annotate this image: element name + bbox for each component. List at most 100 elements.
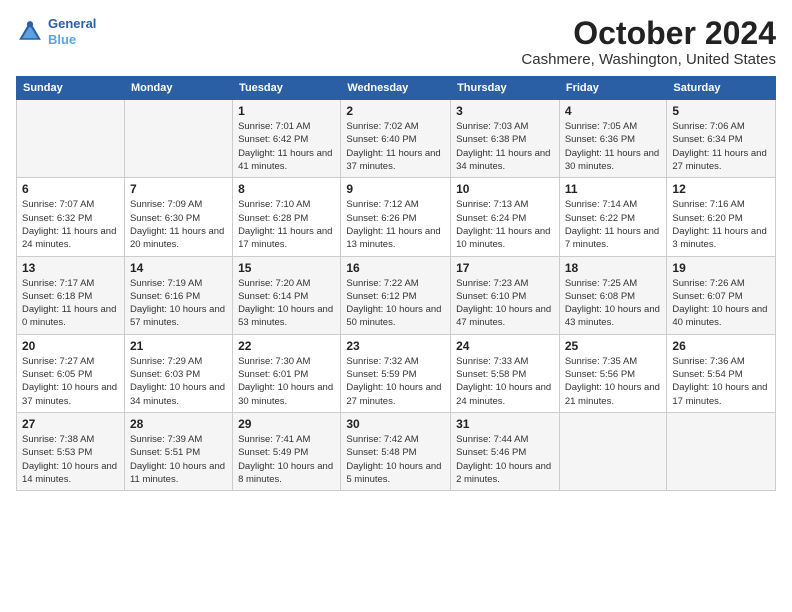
day-detail: Sunrise: 7:32 AM Sunset: 5:59 PM Dayligh… — [346, 355, 445, 408]
title-area: October 2024 Cashmere, Washington, Unite… — [521, 16, 776, 68]
calendar-cell: 10 Sunrise: 7:13 AM Sunset: 6:24 PM Dayli… — [451, 178, 560, 256]
header-monday: Monday — [124, 77, 232, 100]
day-number: 20 — [22, 339, 119, 353]
day-detail: Sunrise: 7:03 AM Sunset: 6:38 PM Dayligh… — [456, 120, 554, 173]
calendar-cell — [124, 100, 232, 178]
calendar-cell: 21 Sunrise: 7:29 AM Sunset: 6:03 PM Dayli… — [124, 334, 232, 412]
day-number: 2 — [346, 104, 445, 118]
header-tuesday: Tuesday — [233, 77, 341, 100]
calendar-cell — [17, 100, 125, 178]
day-number: 8 — [238, 182, 335, 196]
header-wednesday: Wednesday — [341, 77, 451, 100]
day-number: 15 — [238, 261, 335, 275]
logo-icon — [16, 18, 44, 46]
day-number: 22 — [238, 339, 335, 353]
location-title: Cashmere, Washington, United States — [521, 51, 776, 68]
day-detail: Sunrise: 7:19 AM Sunset: 6:16 PM Dayligh… — [130, 277, 227, 330]
calendar-cell: 20 Sunrise: 7:27 AM Sunset: 6:05 PM Dayli… — [17, 334, 125, 412]
day-number: 10 — [456, 182, 554, 196]
day-detail: Sunrise: 7:13 AM Sunset: 6:24 PM Dayligh… — [456, 198, 554, 251]
day-detail: Sunrise: 7:01 AM Sunset: 6:42 PM Dayligh… — [238, 120, 335, 173]
day-detail: Sunrise: 7:35 AM Sunset: 5:56 PM Dayligh… — [565, 355, 662, 408]
day-detail: Sunrise: 7:29 AM Sunset: 6:03 PM Dayligh… — [130, 355, 227, 408]
calendar-cell — [559, 412, 667, 490]
day-number: 17 — [456, 261, 554, 275]
day-number: 29 — [238, 417, 335, 431]
day-number: 19 — [672, 261, 770, 275]
week-row-3: 13 Sunrise: 7:17 AM Sunset: 6:18 PM Dayli… — [17, 256, 776, 334]
day-number: 27 — [22, 417, 119, 431]
week-row-4: 20 Sunrise: 7:27 AM Sunset: 6:05 PM Dayli… — [17, 334, 776, 412]
day-detail: Sunrise: 7:02 AM Sunset: 6:40 PM Dayligh… — [346, 120, 445, 173]
day-number: 21 — [130, 339, 227, 353]
calendar-cell: 13 Sunrise: 7:17 AM Sunset: 6:18 PM Dayli… — [17, 256, 125, 334]
calendar-table: SundayMondayTuesdayWednesdayThursdayFrid… — [16, 76, 776, 491]
calendar-cell — [667, 412, 776, 490]
day-detail: Sunrise: 7:36 AM Sunset: 5:54 PM Dayligh… — [672, 355, 770, 408]
calendar-cell: 8 Sunrise: 7:10 AM Sunset: 6:28 PM Daylig… — [233, 178, 341, 256]
day-detail: Sunrise: 7:16 AM Sunset: 6:20 PM Dayligh… — [672, 198, 770, 251]
calendar-cell: 7Sunrise: 7:09 AM Sunset: 6:30 PM Daylig… — [124, 178, 232, 256]
day-number: 16 — [346, 261, 445, 275]
calendar-cell: 24 Sunrise: 7:33 AM Sunset: 5:58 PM Dayli… — [451, 334, 560, 412]
day-number: 1 — [238, 104, 335, 118]
day-number: 11 — [565, 182, 662, 196]
day-number: 30 — [346, 417, 445, 431]
calendar-cell: 30 Sunrise: 7:42 AM Sunset: 5:48 PM Dayli… — [341, 412, 451, 490]
day-detail: Sunrise: 7:20 AM Sunset: 6:14 PM Dayligh… — [238, 277, 335, 330]
day-detail: Sunrise: 7:09 AM Sunset: 6:30 PM Dayligh… — [130, 198, 227, 251]
calendar-cell: 6 Sunrise: 7:07 AM Sunset: 6:32 PM Daylig… — [17, 178, 125, 256]
day-detail: Sunrise: 7:38 AM Sunset: 5:53 PM Dayligh… — [22, 433, 119, 486]
day-number: 31 — [456, 417, 554, 431]
calendar-cell: 1 Sunrise: 7:01 AM Sunset: 6:42 PM Daylig… — [233, 100, 341, 178]
day-detail: Sunrise: 7:14 AM Sunset: 6:22 PM Dayligh… — [565, 198, 662, 251]
day-detail: Sunrise: 7:17 AM Sunset: 6:18 PM Dayligh… — [22, 277, 119, 330]
calendar-cell: 16 Sunrise: 7:22 AM Sunset: 6:12 PM Dayli… — [341, 256, 451, 334]
day-detail: Sunrise: 7:42 AM Sunset: 5:48 PM Dayligh… — [346, 433, 445, 486]
calendar-cell: 31 Sunrise: 7:44 AM Sunset: 5:46 PM Dayli… — [451, 412, 560, 490]
day-detail: Sunrise: 7:22 AM Sunset: 6:12 PM Dayligh… — [346, 277, 445, 330]
day-detail: Sunrise: 7:27 AM Sunset: 6:05 PM Dayligh… — [22, 355, 119, 408]
day-number: 18 — [565, 261, 662, 275]
calendar-cell: 15 Sunrise: 7:20 AM Sunset: 6:14 PM Dayli… — [233, 256, 341, 334]
week-row-5: 27 Sunrise: 7:38 AM Sunset: 5:53 PM Dayli… — [17, 412, 776, 490]
day-number: 6 — [22, 182, 119, 196]
day-number: 14 — [130, 261, 227, 275]
week-row-2: 6 Sunrise: 7:07 AM Sunset: 6:32 PM Daylig… — [17, 178, 776, 256]
day-number: 12 — [672, 182, 770, 196]
week-row-1: 1 Sunrise: 7:01 AM Sunset: 6:42 PM Daylig… — [17, 100, 776, 178]
calendar-cell: 29Sunrise: 7:41 AM Sunset: 5:49 PM Dayli… — [233, 412, 341, 490]
logo: General Blue — [16, 16, 96, 47]
day-detail: Sunrise: 7:30 AM Sunset: 6:01 PM Dayligh… — [238, 355, 335, 408]
day-detail: Sunrise: 7:10 AM Sunset: 6:28 PM Dayligh… — [238, 198, 335, 251]
day-number: 3 — [456, 104, 554, 118]
day-number: 13 — [22, 261, 119, 275]
calendar-cell: 17Sunrise: 7:23 AM Sunset: 6:10 PM Dayli… — [451, 256, 560, 334]
calendar-cell: 18Sunrise: 7:25 AM Sunset: 6:08 PM Dayli… — [559, 256, 667, 334]
header-saturday: Saturday — [667, 77, 776, 100]
day-number: 28 — [130, 417, 227, 431]
day-detail: Sunrise: 7:07 AM Sunset: 6:32 PM Dayligh… — [22, 198, 119, 251]
day-number: 25 — [565, 339, 662, 353]
day-number: 24 — [456, 339, 554, 353]
calendar-cell: 3 Sunrise: 7:03 AM Sunset: 6:38 PM Daylig… — [451, 100, 560, 178]
day-detail: Sunrise: 7:05 AM Sunset: 6:36 PM Dayligh… — [565, 120, 662, 173]
calendar-cell: 27 Sunrise: 7:38 AM Sunset: 5:53 PM Dayli… — [17, 412, 125, 490]
month-title: October 2024 — [521, 16, 776, 51]
day-detail: Sunrise: 7:12 AM Sunset: 6:26 PM Dayligh… — [346, 198, 445, 251]
calendar-cell: 9Sunrise: 7:12 AM Sunset: 6:26 PM Daylig… — [341, 178, 451, 256]
calendar-cell: 11 Sunrise: 7:14 AM Sunset: 6:22 PM Dayli… — [559, 178, 667, 256]
day-detail: Sunrise: 7:44 AM Sunset: 5:46 PM Dayligh… — [456, 433, 554, 486]
calendar-cell: 25 Sunrise: 7:35 AM Sunset: 5:56 PM Dayli… — [559, 334, 667, 412]
calendar-cell: 14 Sunrise: 7:19 AM Sunset: 6:16 PM Dayli… — [124, 256, 232, 334]
calendar-cell: 26 Sunrise: 7:36 AM Sunset: 5:54 PM Dayli… — [667, 334, 776, 412]
day-detail: Sunrise: 7:39 AM Sunset: 5:51 PM Dayligh… — [130, 433, 227, 486]
header-row: SundayMondayTuesdayWednesdayThursdayFrid… — [17, 77, 776, 100]
calendar-cell: 5Sunrise: 7:06 AM Sunset: 6:34 PM Daylig… — [667, 100, 776, 178]
header-thursday: Thursday — [451, 77, 560, 100]
day-detail: Sunrise: 7:33 AM Sunset: 5:58 PM Dayligh… — [456, 355, 554, 408]
calendar-cell: 22 Sunrise: 7:30 AM Sunset: 6:01 PM Dayli… — [233, 334, 341, 412]
calendar-cell: 4Sunrise: 7:05 AM Sunset: 6:36 PM Daylig… — [559, 100, 667, 178]
day-detail: Sunrise: 7:26 AM Sunset: 6:07 PM Dayligh… — [672, 277, 770, 330]
day-number: 26 — [672, 339, 770, 353]
